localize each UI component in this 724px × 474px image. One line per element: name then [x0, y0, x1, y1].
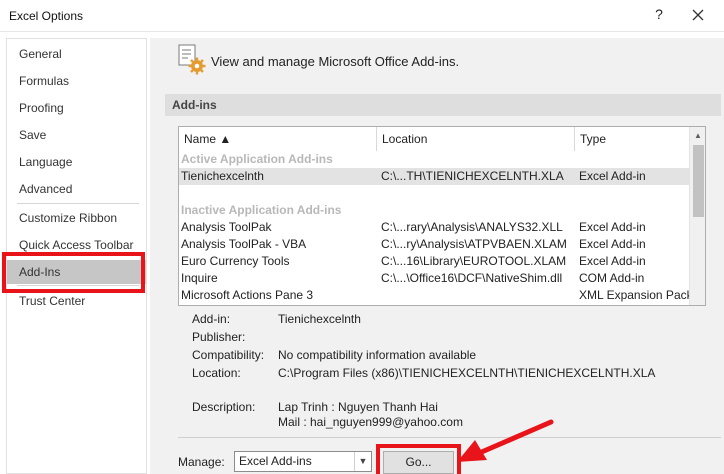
publisher-label: Publisher: [192, 330, 246, 344]
manage-select-value: Excel Add-ins [239, 454, 312, 468]
list-row[interactable]: Inquire C:\...\Office16\DCF\NativeShim.d… [179, 270, 689, 287]
nav-separator [17, 203, 139, 204]
row-type: Excel Add-in [579, 220, 646, 234]
nav-item-save[interactable]: Save [7, 123, 146, 147]
row-name: Microsoft Actions Pane 3 [181, 288, 314, 302]
window-title: Excel Options [9, 9, 84, 23]
row-type: XML Expansion Pack [579, 288, 689, 302]
nav-item-formulas[interactable]: Formulas [7, 69, 146, 93]
manage-label: Manage: [178, 455, 225, 469]
chevron-down-icon[interactable]: ▼ [354, 452, 371, 471]
row-type: Excel Add-in [579, 169, 646, 183]
compatibility-label: Compatibility: [192, 348, 265, 362]
addins-gear-icon [178, 44, 206, 76]
row-type: Excel Add-in [579, 254, 646, 268]
row-name: Euro Currency Tools [181, 254, 290, 268]
group-label-inactive: Inactive Application Add-ins [181, 203, 342, 217]
list-scrollbar[interactable]: ▲ [689, 127, 705, 305]
divider [178, 437, 721, 438]
row-location: C:\...TH\TIENICHEXCELNTH.XLA [381, 169, 564, 183]
list-row[interactable]: Analysis ToolPak - VBA C:\...ry\Analysis… [179, 236, 689, 253]
page-heading: View and manage Microsoft Office Add-ins… [211, 54, 460, 69]
addin-label: Add-in: [192, 312, 231, 326]
section-header-addins: Add-ins [165, 94, 721, 116]
red-arrow-annotation [457, 419, 554, 462]
row-name: Analysis ToolPak [181, 220, 272, 234]
scroll-up-icon[interactable]: ▲ [690, 127, 705, 144]
highlight-box-go [376, 444, 461, 474]
description-line-1: Lap Trinh : Nguyen Thanh Hai [278, 400, 438, 414]
row-name: Analysis ToolPak - VBA [181, 237, 307, 251]
row-name: Inquire [181, 271, 218, 285]
list-row[interactable]: Euro Currency Tools C:\...16\Library\EUR… [179, 253, 689, 270]
nav-item-language[interactable]: Language [7, 150, 146, 174]
scrollbar-thumb[interactable] [693, 145, 704, 217]
list-row[interactable]: Microsoft Actions Pane 3 XML Expansion P… [179, 287, 689, 304]
close-icon[interactable] [688, 5, 708, 25]
row-location: C:\...rary\Analysis\ANALYS32.XLL [381, 220, 563, 234]
addin-value: Tienichexcelnth [278, 312, 361, 326]
list-row-selected[interactable]: Tienichexcelnth C:\...TH\TIENICHEXCELNTH… [179, 168, 689, 185]
help-button[interactable]: ? [650, 6, 668, 24]
nav-item-advanced[interactable]: Advanced [7, 177, 146, 201]
row-name: Tienichexcelnth [181, 169, 264, 183]
row-type: COM Add-in [579, 271, 645, 285]
column-header-type[interactable]: Type [575, 127, 689, 151]
nav-item-proofing[interactable]: Proofing [7, 96, 146, 120]
list-row[interactable]: Analysis ToolPak C:\...rary\Analysis\ANA… [179, 219, 689, 236]
row-type: Excel Add-in [579, 237, 646, 251]
nav-item-customize-ribbon[interactable]: Customize Ribbon [7, 206, 146, 230]
row-location: C:\...16\Library\EUROTOOL.XLAM [381, 254, 567, 268]
row-location: C:\...\Office16\DCF\NativeShim.dll [381, 271, 563, 285]
description-label: Description: [192, 400, 256, 414]
title-bar: Excel Options ? [0, 0, 724, 32]
column-header-name[interactable]: Name ▲ [179, 127, 377, 151]
highlight-box-add-ins [2, 252, 145, 293]
addins-list[interactable]: Name ▲ Location Type Active Application … [178, 126, 706, 306]
nav-item-general[interactable]: General [7, 42, 146, 66]
location-value: C:\Program Files (x86)\TIENICHEXCELNTH\T… [278, 366, 656, 380]
row-location: C:\...ry\Analysis\ATPVBAEN.XLAM [381, 237, 567, 251]
description-line-2: Mail : hai_nguyen999@yahoo.com [278, 415, 463, 429]
column-header-location[interactable]: Location [377, 127, 575, 151]
manage-select[interactable]: Excel Add-ins ▼ [234, 451, 372, 472]
group-label-active: Active Application Add-ins [181, 152, 333, 166]
compatibility-value: No compatibility information available [278, 348, 477, 362]
location-label: Location: [192, 366, 241, 380]
